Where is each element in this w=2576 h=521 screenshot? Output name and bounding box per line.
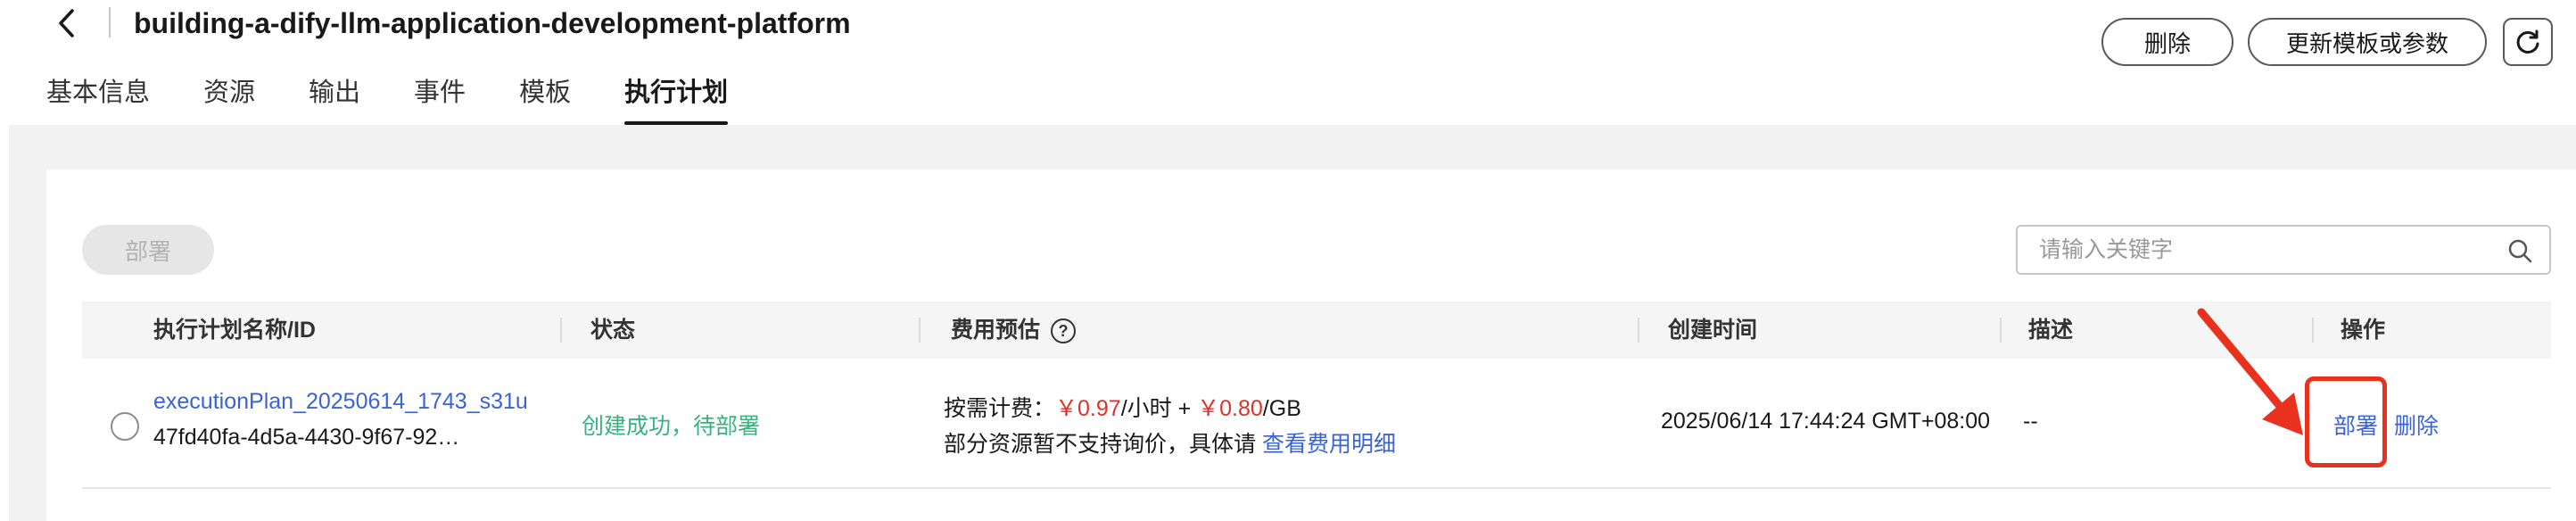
created-time: 2025/06/14 17:44:24 GMT+08:00 — [1661, 409, 1991, 434]
cost-note: 部分资源暂不支持询价，具体请 查看费用明细 — [944, 426, 1396, 459]
description: -- — [2023, 409, 2038, 434]
column-header-created: 创建时间 — [1668, 318, 1758, 343]
page-header: building-a-dify-llm-application-developm… — [0, 0, 2576, 125]
cost-prefix: 按需计费： — [944, 396, 1056, 421]
cost-hour-unit: /小时 + — [1120, 396, 1198, 421]
deploy-action-link[interactable]: 部署 — [2333, 409, 2378, 441]
tab-events[interactable]: 事件 — [414, 71, 466, 125]
column-divider — [2000, 318, 2002, 343]
row-select-radio[interactable] — [111, 412, 139, 441]
column-header-cost-label: 费用预估 — [951, 318, 1041, 343]
cost-estimate: 按需计费：￥0.97/小时 + ￥0.80/GB — [944, 391, 1301, 423]
column-divider — [1638, 318, 1639, 343]
column-header-description: 描述 — [2028, 318, 2074, 343]
column-divider — [919, 318, 921, 343]
cost-note-text: 部分资源暂不支持询价，具体请 — [944, 432, 1262, 457]
title-divider — [109, 7, 111, 37]
search-input[interactable] — [2039, 227, 2485, 273]
page-title: building-a-dify-llm-application-developm… — [134, 7, 851, 39]
column-header-status: 状态 — [590, 318, 636, 343]
tab-basic-info[interactable]: 基本信息 — [46, 71, 150, 125]
column-header-name: 执行计划名称/ID — [153, 318, 316, 343]
search-icon[interactable] — [2506, 237, 2533, 264]
search-box — [2016, 225, 2551, 275]
view-cost-details-link[interactable]: 查看费用明细 — [1262, 432, 1396, 457]
back-chevron-icon[interactable] — [54, 5, 80, 41]
cost-gb-price: ￥0.80 — [1197, 396, 1263, 421]
tab-template[interactable]: 模板 — [519, 71, 571, 125]
column-divider — [2312, 318, 2314, 343]
column-divider — [560, 318, 562, 343]
plan-id: 47fd40fa-4d5a-4430-9f67-92… — [153, 425, 460, 450]
table-row: executionPlan_20250614_1743_s31u 47fd40f… — [82, 359, 2551, 489]
update-template-button[interactable]: 更新模板或参数 — [2248, 18, 2487, 66]
delete-action-link[interactable]: 删除 — [2394, 409, 2439, 441]
tab-resources[interactable]: 资源 — [203, 71, 255, 125]
deploy-button-disabled[interactable]: 部署 — [82, 225, 214, 275]
plan-name-link[interactable]: executionPlan_20250614_1743_s31u — [153, 389, 528, 415]
help-circle-icon[interactable]: ? — [1051, 318, 1077, 344]
table-header: 执行计划名称/ID 状态 费用预估? 创建时间 描述 操作 — [82, 302, 2551, 359]
tab-bar: 基本信息 资源 输出 事件 模板 执行计划 — [46, 71, 781, 125]
cost-hour-price: ￥0.97 — [1055, 396, 1121, 421]
delete-stack-button[interactable]: 删除 — [2101, 18, 2233, 66]
tab-execution-plan[interactable]: 执行计划 — [624, 71, 729, 125]
cost-gb-unit: /GB — [1262, 396, 1301, 421]
refresh-icon — [2516, 29, 2539, 54]
status-text: 创建成功，待部署 — [582, 414, 761, 439]
tab-outputs[interactable]: 输出 — [309, 71, 360, 125]
column-header-cost: 费用预估? — [951, 302, 1077, 359]
column-header-actions: 操作 — [2341, 318, 2386, 343]
refresh-button[interactable] — [2503, 18, 2553, 66]
